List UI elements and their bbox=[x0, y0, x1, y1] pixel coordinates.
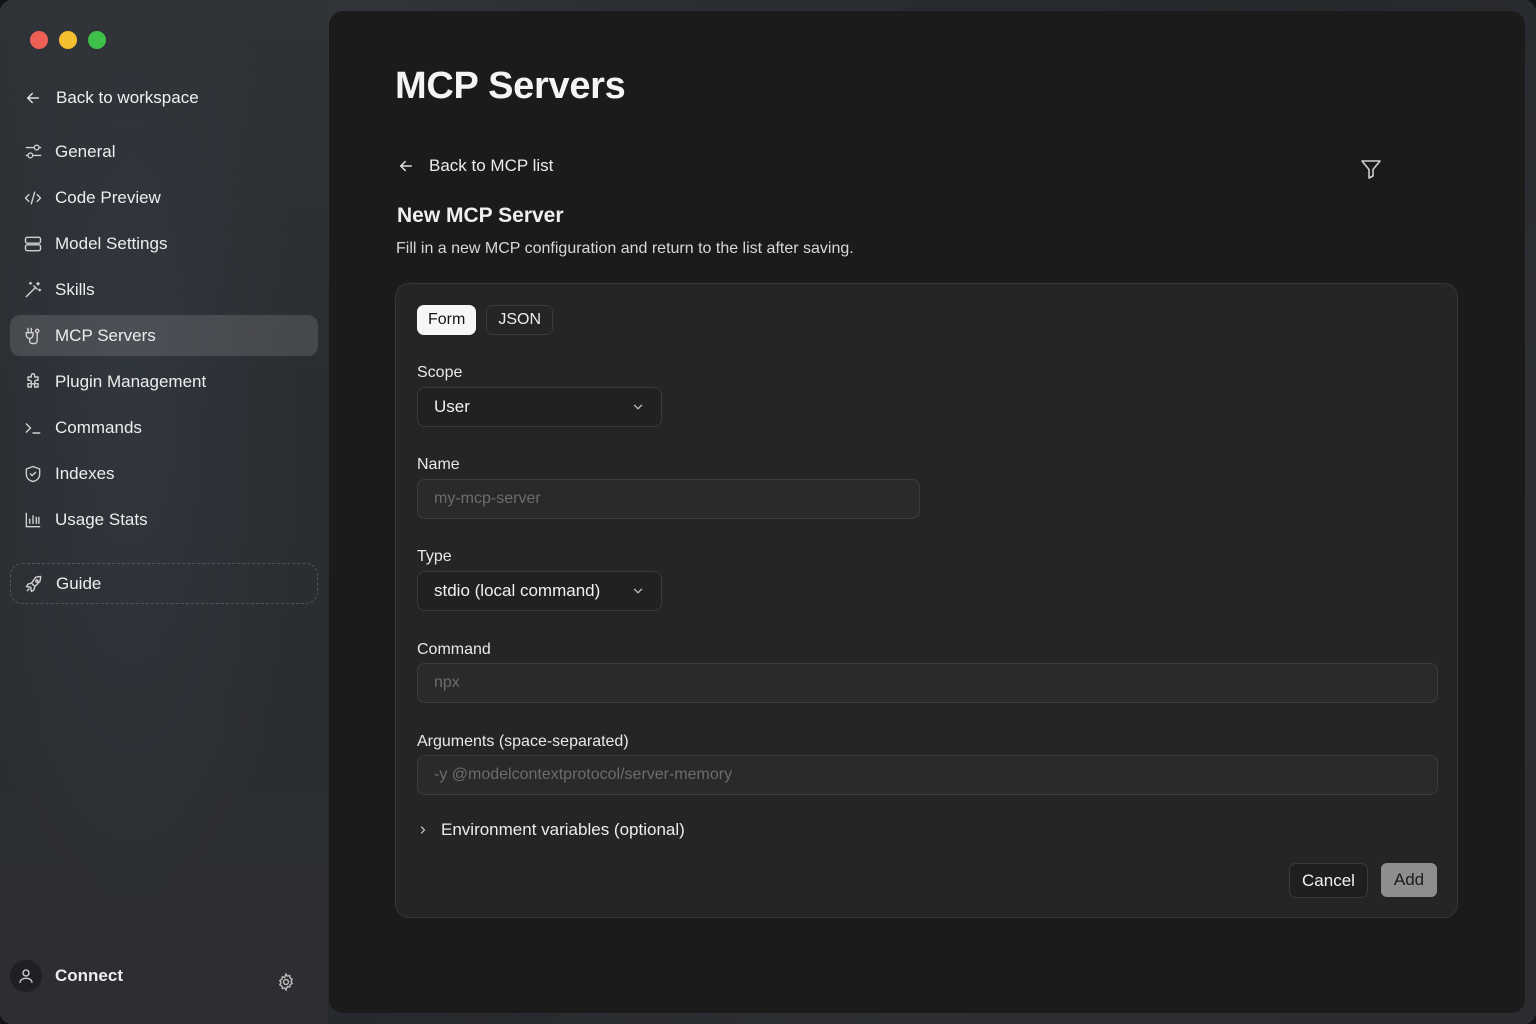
environment-variables-toggle[interactable]: Environment variables (optional) bbox=[417, 819, 685, 841]
terminal-icon bbox=[23, 418, 43, 438]
sidebar: Back to workspace General Code Preview M… bbox=[0, 0, 328, 1024]
command-input[interactable] bbox=[417, 663, 1438, 703]
sidebar-item-model-settings[interactable]: Model Settings bbox=[10, 223, 318, 264]
tab-form[interactable]: Form bbox=[417, 305, 477, 335]
add-button[interactable]: Add bbox=[1381, 863, 1437, 897]
user-account[interactable]: Connect bbox=[10, 957, 123, 995]
command-label: Command bbox=[417, 641, 491, 658]
user-icon bbox=[17, 967, 35, 985]
type-label: Type bbox=[417, 548, 452, 565]
sidebar-item-label: Model Settings bbox=[55, 233, 168, 253]
arrow-left-icon bbox=[24, 89, 42, 107]
sidebar-item-label: Code Preview bbox=[55, 187, 161, 207]
type-value: stdio (local command) bbox=[434, 581, 601, 600]
rocket-icon bbox=[24, 574, 44, 594]
sidebar-item-general[interactable]: General bbox=[10, 131, 318, 172]
arrow-left-icon bbox=[397, 157, 415, 175]
chevron-right-icon bbox=[417, 824, 429, 836]
environment-variables-label: Environment variables (optional) bbox=[441, 820, 685, 839]
mode-tabs: Form JSON bbox=[417, 305, 553, 335]
back-to-mcp-list-label: Back to MCP list bbox=[429, 156, 554, 175]
sliders-icon bbox=[23, 142, 43, 162]
scope-label: Scope bbox=[417, 364, 463, 381]
puzzle-icon bbox=[23, 372, 43, 392]
shield-icon bbox=[23, 464, 43, 484]
user-name: Connect bbox=[55, 966, 123, 985]
chevron-down-icon bbox=[631, 400, 645, 414]
filter-icon[interactable] bbox=[1359, 157, 1383, 181]
sidebar-item-label: General bbox=[55, 141, 116, 161]
sidebar-item-label: MCP Servers bbox=[55, 325, 156, 345]
code-icon bbox=[23, 188, 43, 208]
arguments-label: Arguments (space-separated) bbox=[417, 733, 629, 750]
section-title: New MCP Server bbox=[397, 204, 564, 227]
app-window: Back to workspace General Code Preview M… bbox=[0, 0, 1536, 1024]
sidebar-item-label: Indexes bbox=[55, 463, 115, 483]
gear-icon[interactable] bbox=[276, 972, 296, 992]
back-to-workspace-label: Back to workspace bbox=[56, 88, 199, 107]
back-to-workspace-link[interactable]: Back to workspace bbox=[24, 84, 199, 112]
name-input[interactable] bbox=[417, 479, 920, 519]
server-icon bbox=[23, 234, 43, 254]
guide-label: Guide bbox=[56, 573, 102, 593]
mcp-form-card: Form JSON Scope User Name Type stdio (lo… bbox=[395, 283, 1458, 918]
sidebar-item-label: Commands bbox=[55, 417, 142, 437]
cancel-button[interactable]: Cancel bbox=[1289, 863, 1368, 898]
sidebar-item-label: Usage Stats bbox=[55, 509, 148, 529]
sidebar-item-skills[interactable]: Skills bbox=[10, 269, 318, 310]
plug-icon bbox=[23, 326, 43, 346]
minimize-window-button[interactable] bbox=[59, 31, 77, 49]
page-title: MCP Servers bbox=[395, 65, 626, 107]
zoom-window-button[interactable] bbox=[88, 31, 106, 49]
chevron-down-icon bbox=[631, 584, 645, 598]
sidebar-item-commands[interactable]: Commands bbox=[10, 407, 318, 448]
type-select[interactable]: stdio (local command) bbox=[417, 571, 662, 611]
main-panel: MCP Servers Back to MCP list New MCP Ser… bbox=[329, 11, 1525, 1013]
sidebar-item-code-preview[interactable]: Code Preview bbox=[10, 177, 318, 218]
back-to-mcp-list-link[interactable]: Back to MCP list bbox=[397, 154, 553, 178]
avatar bbox=[10, 960, 42, 992]
sidebar-item-usage-stats[interactable]: Usage Stats bbox=[10, 499, 318, 540]
sidebar-item-guide[interactable]: Guide bbox=[10, 563, 318, 604]
settings-nav: General Code Preview Model Settings Skil… bbox=[10, 131, 318, 545]
sidebar-item-indexes[interactable]: Indexes bbox=[10, 453, 318, 494]
section-description: Fill in a new MCP configuration and retu… bbox=[396, 240, 854, 257]
scope-select[interactable]: User bbox=[417, 387, 662, 427]
tab-json[interactable]: JSON bbox=[486, 305, 553, 335]
bar-chart-icon bbox=[23, 510, 43, 530]
close-window-button[interactable] bbox=[30, 31, 48, 49]
scope-value: User bbox=[434, 397, 470, 416]
window-controls bbox=[30, 31, 106, 49]
sidebar-item-plugin-management[interactable]: Plugin Management bbox=[10, 361, 318, 402]
wand-icon bbox=[23, 280, 43, 300]
sidebar-item-label: Skills bbox=[55, 279, 95, 299]
arguments-input[interactable] bbox=[417, 755, 1438, 795]
sidebar-item-label: Plugin Management bbox=[55, 371, 207, 391]
sidebar-item-mcp-servers[interactable]: MCP Servers bbox=[10, 315, 318, 356]
name-label: Name bbox=[417, 456, 460, 473]
